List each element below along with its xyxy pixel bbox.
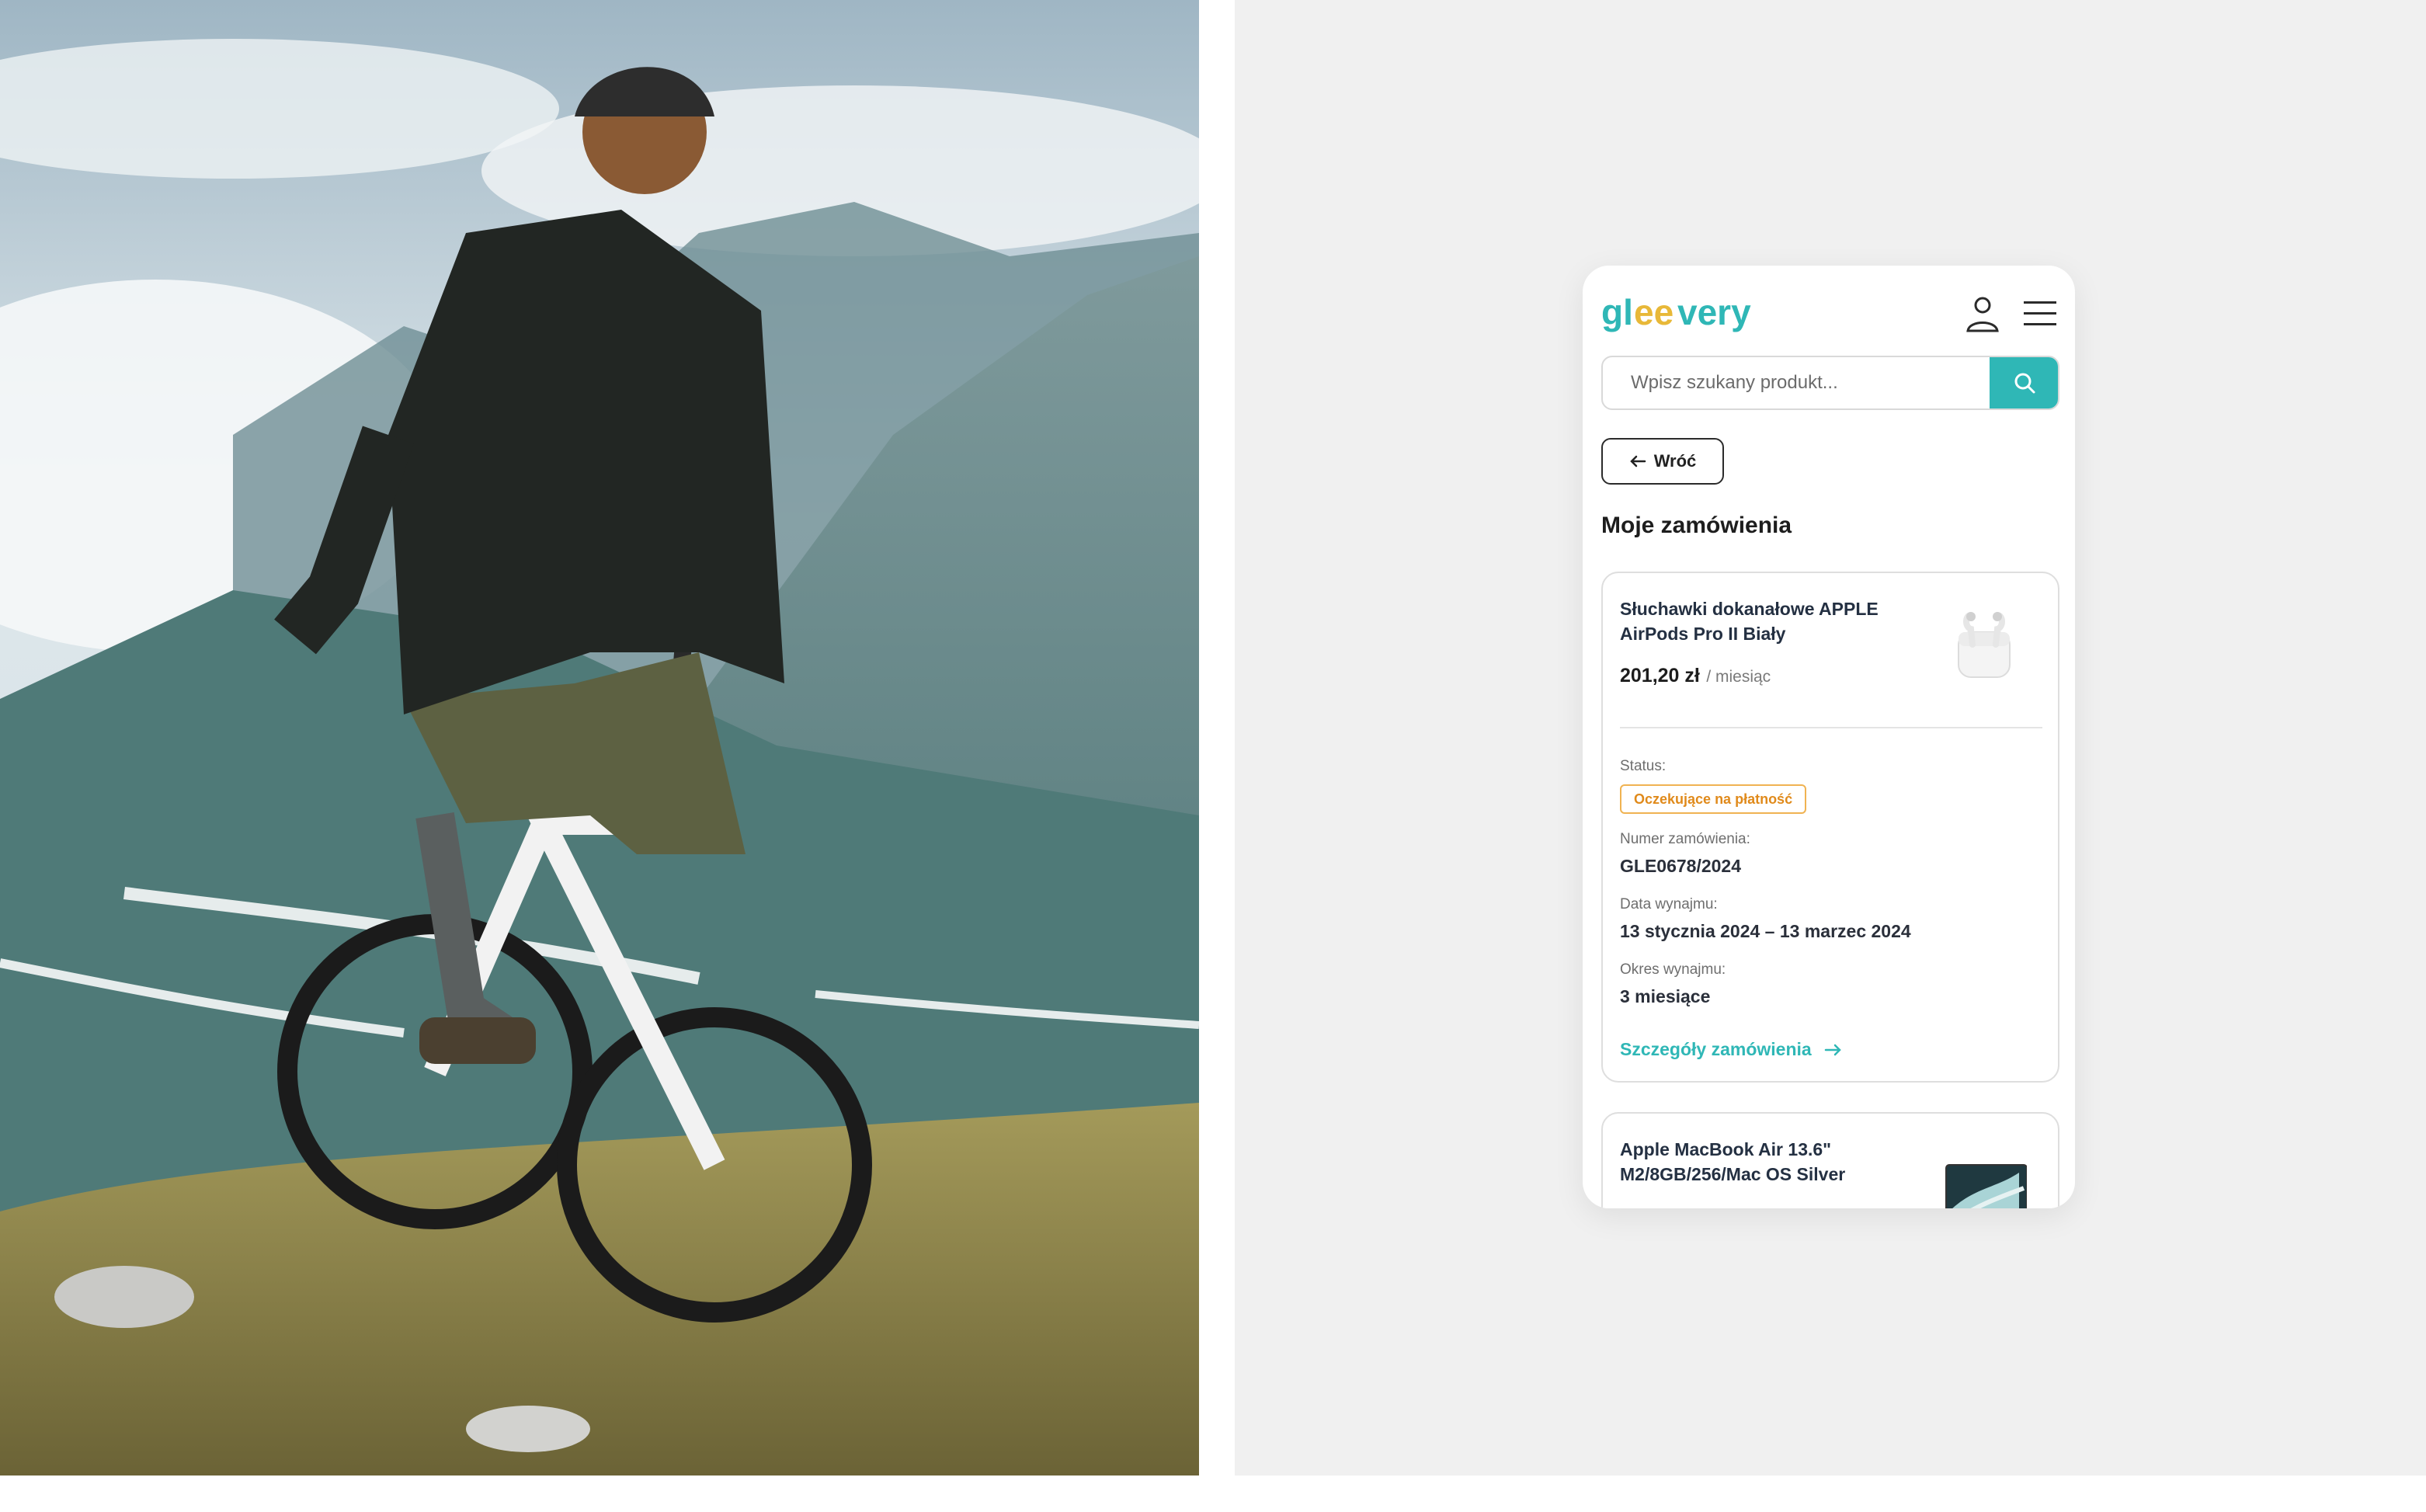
search-icon: [2014, 373, 2035, 394]
arrow-left-icon: [1629, 455, 1646, 468]
status-label: Status:: [1620, 758, 1667, 774]
user-icon[interactable]: [1962, 294, 2004, 335]
rent-period-label: Okres wynajmu:: [1620, 961, 1726, 978]
hamburger-menu-icon[interactable]: [2022, 298, 2058, 329]
svg-text:ee: ee: [1634, 292, 1674, 332]
price: 201,20 zł: [1620, 665, 1700, 686]
status-badge: Oczekujące na płatność: [1620, 784, 1807, 814]
search-input[interactable]: [1603, 357, 1991, 408]
rent-date-label: Data wynajmu:: [1620, 896, 1718, 912]
order-number: GLE0678/2024: [1620, 856, 1742, 876]
rent-date: 13 stycznia 2024 – 13 marzec 2024: [1620, 921, 1911, 941]
back-button[interactable]: Wróć: [1601, 438, 1724, 485]
arrow-right-icon: [1824, 1044, 1841, 1055]
rent-period: 3 miesiące: [1620, 986, 1711, 1006]
search-button[interactable]: [1990, 357, 2058, 408]
order-number-label: Numer zamówienia:: [1620, 831, 1750, 847]
price-period: / miesiąc: [1706, 668, 1771, 686]
order-card: Słuchawki dokanałowe APPLE AirPods Pro I…: [1601, 572, 2059, 1083]
product-name: Apple MacBook Air 13.6" M2/8GB/256/Mac O…: [1620, 1139, 1846, 1184]
product-name: Słuchawki dokanałowe APPLE AirPods Pro I…: [1620, 599, 1879, 644]
order-details-link-label: Szczegóły zamówienia: [1620, 1039, 1812, 1059]
divider: [1620, 727, 2042, 728]
search-bar: [1601, 356, 2059, 410]
brand-logo[interactable]: gl ee very: [1601, 289, 1772, 339]
mountain-cyclist-illustration: [0, 0, 1199, 1476]
mobile-screen: gl ee very Wróć: [1583, 266, 2075, 1208]
price-row: 201,20 zł / miesiąc: [1620, 665, 1771, 687]
macbook-thumbnail: [1941, 1142, 2028, 1208]
order-card: Apple MacBook Air 13.6" M2/8GB/256/Mac O…: [1601, 1112, 2059, 1208]
svg-text:very: very: [1677, 292, 1751, 332]
order-details-link[interactable]: Szczegóły zamówienia: [1620, 1039, 1843, 1060]
gleevery-logo: gl ee very: [1601, 292, 1751, 332]
page-title: Moje zamówienia: [1601, 513, 1792, 538]
svg-text:gl: gl: [1601, 292, 1633, 332]
hero-photo: [0, 0, 1199, 1476]
airpods-thumbnail: [1941, 601, 2027, 686]
back-button-label: Wróć: [1653, 451, 1697, 471]
